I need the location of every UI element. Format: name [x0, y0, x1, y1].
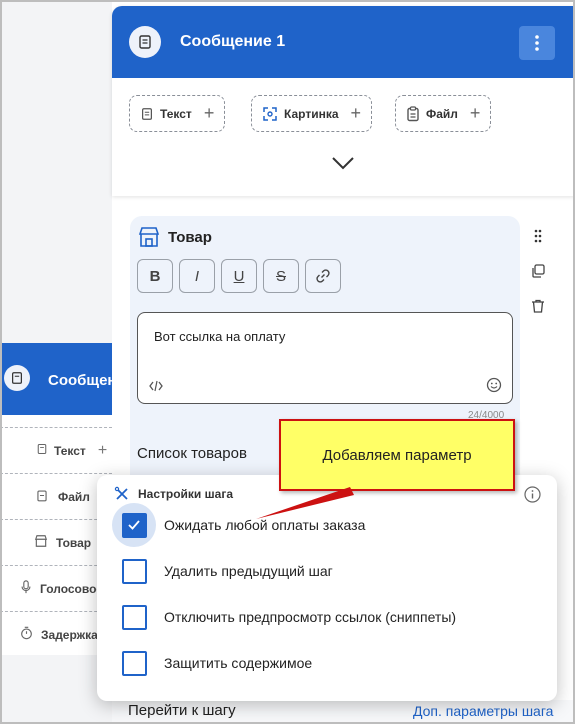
- emoji-icon[interactable]: [486, 377, 502, 393]
- ghost-row-label: Задержка: [41, 627, 98, 642]
- trash-icon[interactable]: [530, 298, 546, 314]
- microphone-icon: [20, 580, 32, 597]
- plus-icon: +: [97, 441, 108, 459]
- document-icon: [142, 107, 152, 120]
- option-label: Защитить содержимое: [164, 655, 313, 671]
- image-icon: [263, 106, 277, 121]
- annotation-callout: Добавляем параметр: [279, 419, 515, 491]
- ghost-row-delay: Задержка: [0, 611, 112, 655]
- checkbox-wrap: [112, 641, 156, 685]
- checkbox-protect-content[interactable]: [121, 650, 147, 676]
- ghost-row-product: Товар: [0, 519, 112, 565]
- message-card-header: Сообщение 1: [112, 6, 575, 78]
- callout-pointer: [256, 487, 354, 519]
- message-title: Сообщение 1: [180, 33, 286, 50]
- chevron-down-icon[interactable]: [331, 156, 355, 170]
- callout-text: Добавляем параметр: [322, 446, 472, 464]
- clipboard-icon: [36, 489, 48, 505]
- link-button[interactable]: [305, 259, 341, 293]
- checkmark-icon: [128, 520, 140, 530]
- info-icon[interactable]: [524, 486, 541, 503]
- underline-button[interactable]: U: [221, 259, 257, 293]
- code-icon[interactable]: [149, 380, 163, 392]
- option-label: Удалить предыдущий шаг: [164, 563, 333, 579]
- option-label: Отключить предпросмотр ссылок (сниппеты): [164, 609, 457, 625]
- checkbox-wrap: [112, 549, 156, 593]
- checkbox-delete-previous[interactable]: [121, 558, 147, 584]
- checkbox-wait-payment[interactable]: [121, 512, 147, 538]
- chip-label: Файл: [426, 106, 458, 121]
- document-icon: [36, 443, 48, 458]
- checkbox-wrap: [112, 595, 156, 639]
- add-text-chip[interactable]: Текст +: [129, 95, 226, 132]
- clipboard-icon: [407, 105, 419, 121]
- ghost-row-label: Текст: [54, 443, 86, 458]
- ghost-row-label: Файл: [58, 489, 90, 504]
- drag-handle-icon[interactable]: [530, 228, 546, 244]
- strikethrough-button[interactable]: S: [263, 259, 299, 293]
- ghost-row-label: Товар: [56, 535, 92, 550]
- document-icon: [139, 35, 151, 49]
- option-delete-previous[interactable]: Удалить предыдущий шаг: [121, 549, 333, 593]
- ghost-list: Текст + Файл Товар Голосовое Задержка: [0, 415, 112, 655]
- stopwatch-icon: [20, 626, 33, 643]
- plus-icon: +: [469, 103, 481, 123]
- italic-button[interactable]: I: [179, 259, 215, 293]
- more-menu-button[interactable]: [519, 26, 555, 60]
- store-icon: [34, 534, 48, 551]
- step-settings-title: Настройки шага: [138, 487, 233, 501]
- store-icon: [138, 227, 160, 247]
- message-card: Сообщение 1 Текст + Картинка + Файл +: [112, 6, 575, 196]
- product-list-label: Список товаров: [137, 445, 247, 462]
- step-params-link[interactable]: Доп. параметры шага: [413, 703, 553, 719]
- link-icon: [316, 269, 330, 283]
- copy-icon[interactable]: [530, 263, 546, 279]
- plus-icon: +: [350, 103, 362, 123]
- checkbox-disable-preview[interactable]: [121, 604, 147, 630]
- ghost-row-file: Файл: [0, 473, 112, 519]
- more-vertical-icon: [535, 35, 539, 51]
- ghost-title-clip: Сообщение 1: [0, 343, 112, 415]
- tools-icon: [114, 486, 128, 500]
- ghost-row-voice: Голосовое: [0, 565, 112, 611]
- option-disable-preview[interactable]: Отключить предпросмотр ссылок (сниппеты): [121, 595, 457, 639]
- message-avatar: [129, 26, 161, 58]
- message-textarea[interactable]: [137, 312, 513, 404]
- ghost-row-text: Текст +: [0, 427, 112, 473]
- add-file-chip[interactable]: Файл +: [395, 95, 492, 132]
- chip-label: Текст: [160, 106, 192, 121]
- add-image-chip[interactable]: Картинка +: [251, 95, 373, 132]
- checkbox-focus-ring: [112, 503, 156, 547]
- goto-step-label[interactable]: Перейти к шагу: [128, 702, 236, 719]
- plus-icon: +: [203, 103, 215, 123]
- chip-label: Картинка: [284, 106, 339, 121]
- message-text: Вот ссылка на оплату: [154, 329, 286, 344]
- option-protect-content[interactable]: Защитить содержимое: [121, 641, 313, 685]
- ghost-row-label: Голосовое: [40, 581, 104, 596]
- bold-button[interactable]: B: [137, 259, 173, 293]
- step-settings-header: Настройки шага: [114, 486, 233, 502]
- product-title: Товар: [168, 229, 212, 246]
- ghost-title: Сообщение 1: [48, 372, 112, 389]
